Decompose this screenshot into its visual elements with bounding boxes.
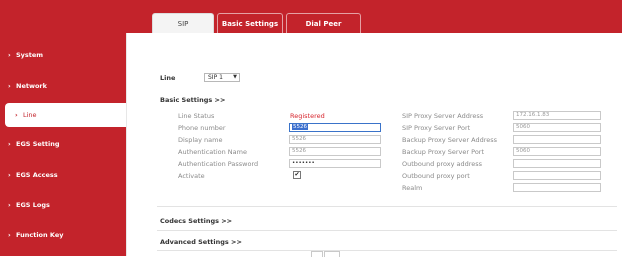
- sidebar-item-label: Line: [23, 111, 37, 119]
- sidebar-item-line[interactable]: › Line: [5, 103, 126, 127]
- auth-name-value: 5526: [292, 148, 306, 154]
- outbound-proxy-address-label: Outbound proxy address: [402, 160, 483, 168]
- line-status-value: Registered: [290, 112, 325, 120]
- display-name-value: 5526: [292, 136, 306, 142]
- divider: [157, 250, 617, 251]
- line-label: Line: [160, 74, 176, 82]
- chevron-right-icon: ›: [8, 171, 11, 179]
- sidebar-item-label: Function Key: [16, 231, 64, 239]
- outbound-proxy-address-field[interactable]: [513, 159, 601, 168]
- line-status-label: Line Status: [178, 112, 215, 120]
- check-icon: ✔: [294, 171, 300, 178]
- outbound-proxy-port-label: Outbound proxy port: [402, 172, 470, 180]
- sidebar-item-function-key[interactable]: › Function Key: [0, 223, 126, 247]
- sidebar-item-label: EGS Logs: [16, 201, 50, 209]
- line-select-value: SIP 1: [208, 74, 223, 81]
- sip-proxy-address-field[interactable]: 172.16.1.83: [513, 111, 601, 120]
- sidebar-item-label: EGS Setting: [16, 140, 60, 148]
- phone-number-value: 5526: [292, 124, 308, 130]
- activate-checkbox[interactable]: ✔: [293, 171, 301, 179]
- chevron-right-icon: ›: [8, 51, 11, 59]
- backup-proxy-address-field[interactable]: [513, 135, 601, 144]
- realm-label: Realm: [402, 184, 423, 192]
- activate-label: Activate: [178, 172, 205, 180]
- sip-proxy-port-value: 5060: [516, 124, 530, 130]
- sidebar-item-label: Network: [16, 82, 47, 90]
- sip-proxy-address-label: SIP Proxy Server Address: [402, 112, 484, 120]
- phone-number-field[interactable]: 5526: [289, 123, 381, 132]
- sidebar-item-egs-access[interactable]: › EGS Access: [0, 163, 126, 187]
- codecs-settings-heading[interactable]: Codecs Settings >>: [160, 217, 232, 225]
- tab-basic-settings[interactable]: Basic Settings: [217, 13, 283, 33]
- auth-name-label: Authentication Name: [178, 148, 247, 156]
- divider: [157, 230, 617, 231]
- sidebar-item-label: System: [16, 51, 44, 59]
- display-name-field[interactable]: 5526: [289, 135, 381, 144]
- chevron-down-icon: ▼: [233, 74, 237, 80]
- sidebar-item-egs-logs[interactable]: › EGS Logs: [0, 193, 126, 217]
- tab-sip[interactable]: SIP: [152, 13, 214, 33]
- chevron-right-icon: ›: [8, 82, 11, 90]
- sidebar-item-system[interactable]: › System: [0, 43, 126, 67]
- main-content: Line SIP 1 ▼ Basic Settings >> Line Stat…: [126, 33, 622, 257]
- sidebar-item-label: EGS Access: [16, 171, 58, 179]
- divider: [157, 206, 617, 207]
- chevron-right-icon: ›: [8, 140, 11, 148]
- sip-proxy-port-field[interactable]: 5060: [513, 123, 601, 132]
- sidebar-item-network[interactable]: › Network: [0, 74, 126, 98]
- sip-proxy-port-label: SIP Proxy Server Port: [402, 124, 471, 132]
- realm-field[interactable]: [513, 183, 601, 192]
- outbound-proxy-port-field[interactable]: [513, 171, 601, 180]
- display-name-label: Display name: [178, 136, 223, 144]
- auth-name-field[interactable]: 5526: [289, 147, 381, 156]
- chevron-right-icon: ›: [8, 201, 11, 209]
- partial-field: [324, 251, 340, 257]
- line-select[interactable]: SIP 1 ▼: [204, 73, 240, 82]
- chevron-right-icon: ›: [15, 111, 18, 119]
- chevron-right-icon: ›: [8, 231, 11, 239]
- sidebar-item-egs-setting[interactable]: › EGS Setting: [0, 132, 126, 156]
- backup-proxy-address-label: Backup Proxy Server Address: [402, 136, 498, 144]
- backup-proxy-port-field[interactable]: 5060: [513, 147, 601, 156]
- auth-password-value: •••••••: [292, 160, 315, 166]
- advanced-settings-heading[interactable]: Advanced Settings >>: [160, 238, 242, 246]
- partial-field: [311, 251, 323, 257]
- phone-number-label: Phone number: [178, 124, 226, 132]
- sip-proxy-address-value: 172.16.1.83: [516, 112, 550, 118]
- basic-settings-heading[interactable]: Basic Settings >>: [160, 96, 225, 104]
- backup-proxy-port-value: 5060: [516, 148, 530, 154]
- top-bar: SIP Basic Settings Dial Peer: [0, 0, 622, 33]
- sidebar: › System › Network › Line › EGS Setting › EGS…: [0, 33, 126, 256]
- auth-password-label: Authentication Password: [178, 160, 259, 168]
- backup-proxy-port-label: Backup Proxy Server Port: [402, 148, 485, 156]
- tab-dial-peer[interactable]: Dial Peer: [286, 13, 361, 33]
- auth-password-field[interactable]: •••••••: [289, 159, 381, 168]
